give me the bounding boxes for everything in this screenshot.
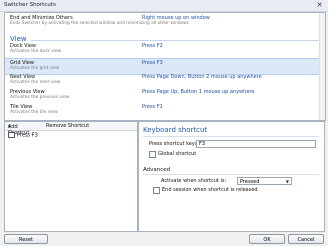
- activate-when-select[interactable]: Pressed ▼: [237, 177, 292, 185]
- remove-shortcut-button[interactable]: Remove Shortcut: [46, 123, 89, 129]
- activate-when-value: Pressed: [240, 179, 260, 185]
- command-row[interactable]: Tile View Activates the tile view Press …: [5, 104, 325, 119]
- ok-button[interactable]: OK: [249, 234, 285, 244]
- command-shortcut: Press F1: [142, 104, 163, 110]
- command-row[interactable]: Next View Activates the next view Press …: [5, 74, 325, 89]
- global-shortcut-checkbox[interactable]: [149, 151, 156, 158]
- command-description: Activates the next view: [10, 80, 61, 85]
- title-bar: Switcher Shortcuts ✕: [0, 0, 328, 12]
- command-shortcut: Press Page Down, Button 2 mouse up anywh…: [142, 74, 262, 80]
- command-row-selected[interactable]: Grid View Activates the grid view Press …: [5, 58, 325, 75]
- command-shortcut: Press Page Up, Button 1 mouse up anywher…: [142, 89, 255, 95]
- advanced-divider: [143, 174, 319, 175]
- advanced-header: Advanced: [143, 167, 171, 173]
- activate-when-label: Activate when shortcut is:: [161, 178, 227, 184]
- end-session-label: End session when shortcut is released: [162, 187, 258, 193]
- press-keys-label: Press shortcut keys:: [149, 141, 200, 147]
- window-title: Switcher Shortcuts: [4, 2, 56, 8]
- chevron-down-icon: ▾: [8, 124, 11, 130]
- close-icon[interactable]: ✕: [314, 1, 325, 9]
- section-header-view: View: [10, 35, 27, 43]
- command-description: Activates the tile view: [10, 110, 58, 115]
- shortcut-item-label: Press F3: [17, 132, 38, 139]
- command-description: Activates the grid view: [10, 66, 60, 71]
- command-shortcut: Press F3: [142, 60, 163, 66]
- command-row[interactable]: Dock View Activates the dock view Press …: [5, 43, 325, 59]
- shortcut-keys-input[interactable]: F3: [196, 140, 316, 148]
- global-shortcut-label: Global shortcut: [158, 151, 197, 157]
- shortcut-list-item[interactable]: Press F3: [8, 132, 38, 139]
- shortcut-editor-panel: Keyboard shortcut Press shortcut keys: F…: [138, 121, 325, 232]
- editor-title: Keyboard shortcut: [143, 126, 208, 134]
- vertical-scrollbar[interactable]: [319, 13, 325, 120]
- command-list[interactable]: End and Minimize Others Ends Switcher by…: [4, 12, 326, 121]
- command-description: Activates the dock view: [10, 49, 62, 54]
- command-description: Ends Switcher by activating the selected…: [10, 21, 189, 26]
- shortcut-list-panel: Add Shortcut ▾ Remove Shortcut Press F3: [4, 121, 138, 232]
- command-shortcut: Press F2: [142, 43, 163, 49]
- editor-divider: [143, 136, 319, 137]
- keyboard-icon: [8, 132, 15, 138]
- command-description: Activates the previous view: [10, 95, 70, 100]
- reset-button[interactable]: Reset: [4, 234, 48, 244]
- section-divider: [31, 40, 321, 41]
- command-row[interactable]: Previous View Activates the previous vie…: [5, 89, 325, 104]
- command-shortcut: Right mouse up on window: [142, 15, 210, 21]
- end-session-checkbox[interactable]: [153, 187, 160, 194]
- shortcut-toolbar: Add Shortcut ▾ Remove Shortcut: [5, 122, 137, 136]
- chevron-down-icon: ▼: [285, 179, 289, 184]
- command-row[interactable]: End and Minimize Others Ends Switcher by…: [5, 15, 325, 33]
- cancel-button[interactable]: Cancel: [288, 234, 324, 244]
